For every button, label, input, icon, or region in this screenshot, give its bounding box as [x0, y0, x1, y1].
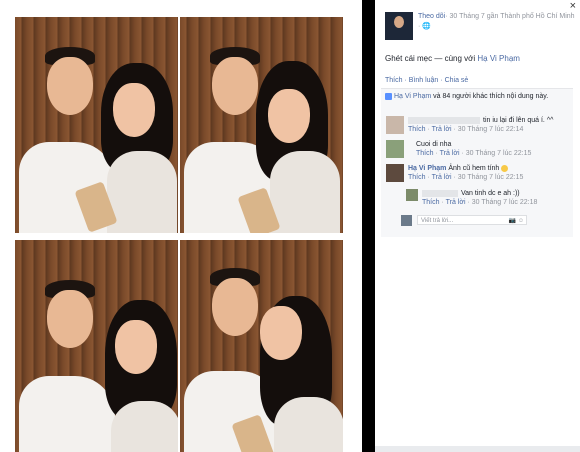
comment-text: Cuoi di nha [416, 141, 452, 148]
comments-section: Hạ Vi Phạm và 84 người khác thích nội du… [381, 88, 573, 237]
man-face [212, 57, 258, 115]
viewer-divider [362, 0, 375, 452]
comment-time[interactable]: 30 Tháng 7 lúc 22:15 [466, 150, 532, 157]
post-meta: Theo dõi· 30 Tháng 7 gần Thành phố Hồ Ch… [418, 12, 578, 32]
tagged-user-link[interactable]: Hạ Vi Phạm [477, 54, 520, 63]
woman-dress [274, 396, 343, 452]
man-face [47, 57, 93, 115]
photo-bottom-right[interactable] [180, 240, 343, 452]
globe-icon: 🌐 [422, 23, 431, 30]
woman-face [260, 306, 302, 360]
woman-face [115, 320, 157, 374]
commenter-avatar[interactable] [386, 164, 404, 182]
comment-meta: Thích · Trả lời · 30 Tháng 7 lúc 22:15 [408, 174, 524, 181]
follow-button[interactable]: Theo dõi [418, 13, 445, 20]
commenter-avatar[interactable] [386, 116, 404, 134]
author-avatar[interactable] [385, 12, 413, 40]
woman-dress [111, 401, 178, 452]
photo-grid[interactable] [0, 0, 362, 452]
liker-name-link[interactable]: Hạ Vi Phạm [394, 93, 431, 100]
bottom-bar [375, 446, 580, 452]
man-face [212, 278, 258, 336]
reply-input[interactable]: Viết trả lời... 📷 ☺ [417, 215, 527, 225]
like-link[interactable]: Thích [385, 77, 403, 84]
comment-text: Ảnh cũ hem tính [446, 165, 502, 172]
commenter-avatar[interactable] [386, 140, 404, 158]
comment-body: tin iu lại đi lên quá í. ^^ Thích · Trả … [408, 116, 553, 134]
like-icon [385, 92, 392, 100]
woman-face [268, 89, 310, 143]
comment-body: Van tinh dc e ah :)) Thích · Trả lời · 3… [422, 189, 537, 207]
likes-rest-text[interactable]: và 84 người khác thích nội dung này. [431, 93, 548, 100]
my-avatar[interactable] [401, 215, 412, 226]
comment-body: Cuoi di nha Thích · Trả lời · 30 Tháng 7… [416, 140, 531, 158]
comment-time[interactable]: 30 Tháng 7 lúc 22:14 [458, 126, 524, 133]
comment-body: Hạ Vi Phạm Ảnh cũ hem tính Thích · Trả l… [408, 164, 523, 182]
close-icon[interactable]: × [570, 0, 576, 12]
caption-text: Ghét cái mẹc — cùng với [385, 54, 478, 63]
likes-summary: Hạ Vi Phạm và 84 người khác thích nội du… [385, 92, 569, 101]
photo-top-left[interactable] [15, 17, 178, 233]
woman-dress [107, 150, 177, 233]
comment-text: Van tinh dc e ah :)) [461, 190, 520, 197]
photo-bottom-left[interactable] [15, 240, 178, 452]
camera-icon[interactable]: 📷 [509, 216, 516, 226]
comment-meta: Thích · Trả lời · 30 Tháng 7 lúc 22:15 [416, 150, 532, 157]
comment-like-link[interactable]: Thích [416, 150, 434, 157]
comment-like-link[interactable]: Thích [422, 199, 440, 206]
woman-dress [270, 150, 340, 233]
commenter-avatar[interactable] [406, 189, 418, 201]
photo-top-right[interactable] [180, 17, 343, 233]
comment-meta: Thích · Trả lời · 30 Tháng 7 lúc 22:14 [408, 126, 524, 133]
comment-link[interactable]: Bình luận [409, 77, 439, 84]
redacted-name [422, 189, 458, 197]
comment-reply-link[interactable]: Trả lời [432, 174, 452, 181]
comment-reply-link[interactable]: Trả lời [432, 126, 452, 133]
comment-like-link[interactable]: Thích [408, 174, 426, 181]
comment-reply-link[interactable]: Trả lời [440, 150, 460, 157]
redacted-name [408, 116, 480, 124]
post-panel: × Theo dõi· 30 Tháng 7 gần Thành phố Hồ … [375, 0, 580, 452]
post-caption: Ghét cái mẹc — cùng với Hạ Vi Phạm [385, 54, 520, 63]
comment-like-link[interactable]: Thích [408, 126, 426, 133]
comment-time[interactable]: 30 Tháng 7 lúc 22:18 [472, 199, 538, 206]
man-shirt [19, 375, 115, 452]
commenter-name-link[interactable]: Hạ Vi Phạm [408, 165, 446, 172]
man-face [47, 290, 93, 348]
comment-meta: Thích · Trả lời · 30 Tháng 7 lúc 22:18 [422, 199, 538, 206]
post-actions: Thích · Bình luận · Chia sẻ [385, 77, 468, 84]
reply-placeholder: Viết trả lời... [421, 218, 454, 224]
emoji-icon[interactable]: ☺ [518, 216, 524, 226]
smiley-emoji-icon [501, 164, 509, 172]
woman-face [113, 83, 155, 137]
share-link[interactable]: Chia sẻ [445, 77, 469, 84]
comment-time[interactable]: 30 Tháng 7 lúc 22:15 [458, 174, 524, 181]
comment-text: tin iu lại đi lên quá í. ^^ [483, 117, 554, 124]
comment-reply-link[interactable]: Trả lời [446, 199, 466, 206]
